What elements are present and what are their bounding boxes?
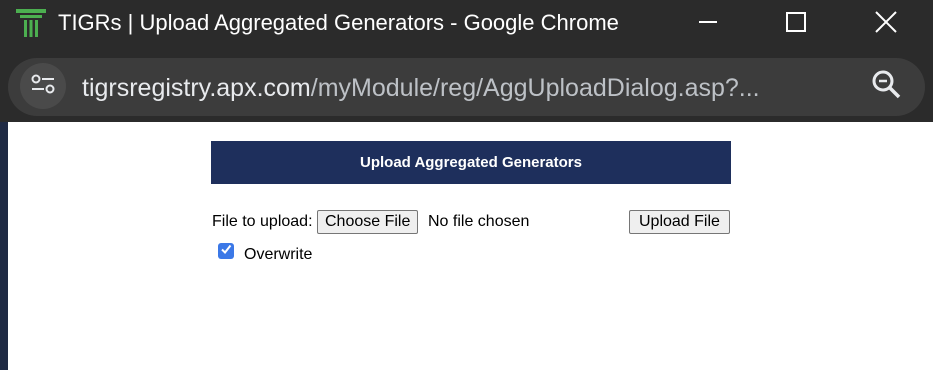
window-title: TIGRs | Upload Aggregated Generators - G…	[58, 10, 619, 35]
window-edge	[0, 122, 8, 370]
site-info-button[interactable]	[20, 63, 66, 109]
maximize-icon	[786, 11, 806, 37]
close-icon	[875, 10, 897, 38]
page-header: Upload Aggregated Generators	[211, 141, 731, 184]
tune-icon	[30, 73, 56, 100]
url-text[interactable]: tigrsregistry.apx.com/myModule/reg/AggUp…	[82, 71, 760, 105]
checkmark-icon	[220, 242, 232, 260]
zoom-icon	[871, 69, 901, 104]
upload-row: File to upload: Choose File No file chos…	[212, 209, 732, 235]
no-file-chosen-text: No file chosen	[428, 213, 530, 230]
url-path: /myModule/reg/AggUploadDialog.asp?...	[310, 74, 760, 102]
file-to-upload-label: File to upload:	[212, 213, 313, 230]
minimize-icon	[698, 12, 718, 37]
title-bar: TIGRs | Upload Aggregated Generators - G…	[0, 0, 933, 48]
upload-file-button[interactable]: Upload File	[629, 210, 730, 234]
overwrite-checkbox[interactable]	[218, 243, 234, 259]
close-button[interactable]	[858, 0, 914, 48]
url-host: tigrsregistry.apx.com	[82, 74, 311, 102]
choose-file-button[interactable]: Choose File	[317, 210, 419, 234]
overwrite-label: Overwrite	[244, 246, 313, 263]
tigrs-logo-icon	[16, 9, 46, 37]
page-content: Upload Aggregated Generators File to upl…	[8, 122, 933, 370]
minimize-button[interactable]	[680, 0, 736, 48]
browser-window: TIGRs | Upload Aggregated Generators - G…	[0, 0, 933, 370]
maximize-button[interactable]	[768, 0, 824, 48]
zoom-button[interactable]	[866, 66, 906, 106]
